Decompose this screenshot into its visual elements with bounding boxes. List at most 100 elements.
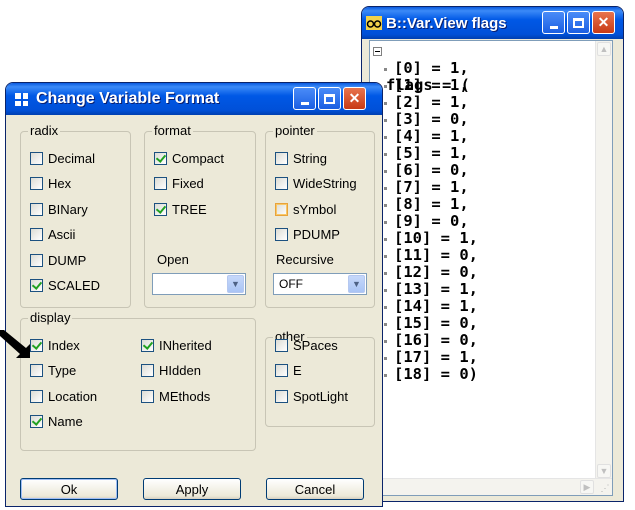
hidden-checkbox[interactable]: HIdden: [141, 363, 201, 379]
recursive-combobox[interactable]: OFF ▼: [273, 273, 367, 295]
radix-group: radix Decimal Hex BINary Ascii DUMP SCALED: [20, 123, 131, 308]
string-checkbox[interactable]: String: [275, 150, 327, 166]
cancel-button[interactable]: Cancel: [266, 478, 364, 500]
close-icon: ✕: [597, 14, 610, 30]
compact-label: Compact: [172, 150, 225, 166]
tree-connector-icon: [384, 357, 387, 360]
checked-box-icon[interactable]: [30, 279, 43, 292]
glasses-icon: [366, 16, 382, 30]
spotlight-checkbox[interactable]: SpotLight: [275, 388, 348, 404]
string-label: String: [293, 150, 327, 166]
maximize-button[interactable]: [567, 11, 590, 34]
spaces-checkbox[interactable]: SPaces: [275, 337, 338, 353]
open-combobox[interactable]: ▼: [152, 273, 246, 295]
format-group: format Compact Fixed TREE Open ▼: [144, 123, 256, 308]
horizontal-scrollbar[interactable]: ▶ ⋰: [370, 478, 612, 495]
checkbox-icon[interactable]: [30, 177, 43, 190]
chevron-down-icon[interactable]: ▼: [348, 275, 365, 293]
checked-box-icon[interactable]: [154, 151, 167, 165]
tree-root-line[interactable]: flags = (: [370, 43, 470, 94]
checkbox-icon[interactable]: [154, 177, 167, 190]
checked-box-icon[interactable]: [154, 202, 167, 216]
close-button[interactable]: ✕: [592, 11, 615, 34]
variable-tree-view[interactable]: flags = ( [0] = 1, [1] = 1, [2] = 1, [3] = …: [369, 40, 613, 496]
ascii-label: Ascii: [48, 227, 76, 242]
apply-button[interactable]: Apply: [143, 478, 241, 500]
fixed-checkbox[interactable]: Fixed: [154, 176, 204, 192]
checkbox-icon[interactable]: [275, 228, 288, 241]
symbol-label: sYmbol: [293, 201, 337, 217]
scroll-up-icon[interactable]: ▲: [597, 42, 611, 56]
tree-element-text: [5] = 1,: [394, 144, 469, 162]
binary-checkbox[interactable]: BINary: [30, 201, 88, 217]
tree-connector-icon: [384, 323, 387, 326]
scaled-checkbox[interactable]: SCALED: [30, 278, 100, 294]
type-checkbox[interactable]: Type: [30, 363, 76, 379]
checkbox-icon[interactable]: [30, 151, 43, 165]
methods-checkbox[interactable]: MEthods: [141, 388, 210, 404]
scroll-down-icon[interactable]: ▼: [597, 464, 611, 478]
checkbox-icon[interactable]: [30, 202, 43, 216]
checkbox-icon[interactable]: [275, 389, 288, 403]
ok-button[interactable]: Ok: [20, 478, 118, 500]
scaled-label: SCALED: [48, 278, 101, 293]
inherited-checkbox[interactable]: INherited: [141, 337, 212, 353]
widestring-checkbox[interactable]: WideString: [275, 176, 357, 192]
tree-element-text: [10] = 1,: [394, 229, 478, 247]
tree-element-line[interactable]: [0] = 1,: [370, 60, 469, 77]
format-group-label: format: [152, 123, 193, 139]
checkbox-icon[interactable]: [275, 338, 288, 352]
dialog-close-button[interactable]: ✕: [343, 87, 366, 110]
tree-element-text: [2] = 1,: [394, 93, 469, 111]
tree-element-text: [1] = 1,: [394, 76, 469, 94]
dump-checkbox[interactable]: DUMP: [30, 252, 86, 268]
tree-connector-icon: [384, 85, 387, 88]
checkbox-icon[interactable]: [275, 151, 288, 165]
tree-element-text: [4] = 1,: [394, 127, 469, 145]
e-label: E: [293, 363, 302, 378]
checkbox-icon[interactable]: [30, 389, 43, 403]
checkbox-icon[interactable]: [141, 389, 154, 403]
scroll-right-icon[interactable]: ▶: [580, 480, 594, 494]
tree-connector-icon: [384, 289, 387, 292]
checkbox-icon[interactable]: [30, 364, 43, 377]
location-checkbox[interactable]: Location: [30, 388, 97, 404]
checkbox-icon[interactable]: [275, 202, 288, 216]
resize-grip-icon[interactable]: ⋰: [599, 482, 611, 494]
checkbox-icon[interactable]: [30, 228, 43, 241]
tree-connector-icon: [384, 187, 387, 190]
tree-connector-icon: [384, 255, 387, 258]
checked-box-icon[interactable]: [30, 338, 43, 352]
checkbox-icon[interactable]: [141, 364, 154, 377]
varview-window: B::Var.View flags ✕ flags = ( [0] = 1, [1…: [361, 6, 624, 502]
collapse-icon[interactable]: [373, 47, 382, 56]
dialog-minimize-button[interactable]: [293, 87, 316, 110]
checked-box-icon[interactable]: [30, 415, 43, 428]
tree-element-text: [9] = 0,: [394, 212, 469, 230]
name-checkbox[interactable]: Name: [30, 414, 83, 430]
index-checkbox[interactable]: Index: [30, 337, 80, 353]
arrow-pointer-icon: [0, 330, 30, 358]
pdump-checkbox[interactable]: PDUMP: [275, 227, 340, 243]
pdump-label: PDUMP: [293, 227, 340, 242]
varview-titlebar[interactable]: B::Var.View flags ✕: [362, 7, 623, 39]
minimize-button[interactable]: [542, 11, 565, 34]
checkbox-icon[interactable]: [275, 177, 288, 190]
tree-element-text: [11] = 0,: [394, 246, 478, 264]
checkbox-icon[interactable]: [275, 364, 288, 377]
vertical-scrollbar[interactable]: ▲ ▼: [595, 41, 612, 479]
symbol-checkbox[interactable]: sYmbol: [275, 201, 336, 217]
checkbox-icon[interactable]: [30, 253, 43, 267]
compact-checkbox[interactable]: Compact: [154, 150, 224, 166]
e-checkbox[interactable]: E: [275, 363, 302, 379]
ascii-checkbox[interactable]: Ascii: [30, 227, 75, 243]
hex-checkbox[interactable]: Hex: [30, 176, 71, 192]
decimal-checkbox[interactable]: Decimal: [30, 150, 95, 166]
dialog-maximize-button[interactable]: [318, 87, 341, 110]
dump-label: DUMP: [48, 252, 87, 268]
tree-checkbox[interactable]: TREE: [154, 201, 207, 217]
tree-element-text: [17] = 1,: [394, 348, 478, 366]
chevron-down-icon[interactable]: ▼: [227, 275, 244, 293]
dialog-titlebar[interactable]: Change Variable Format ✕: [6, 83, 382, 115]
checked-box-icon[interactable]: [141, 338, 154, 352]
